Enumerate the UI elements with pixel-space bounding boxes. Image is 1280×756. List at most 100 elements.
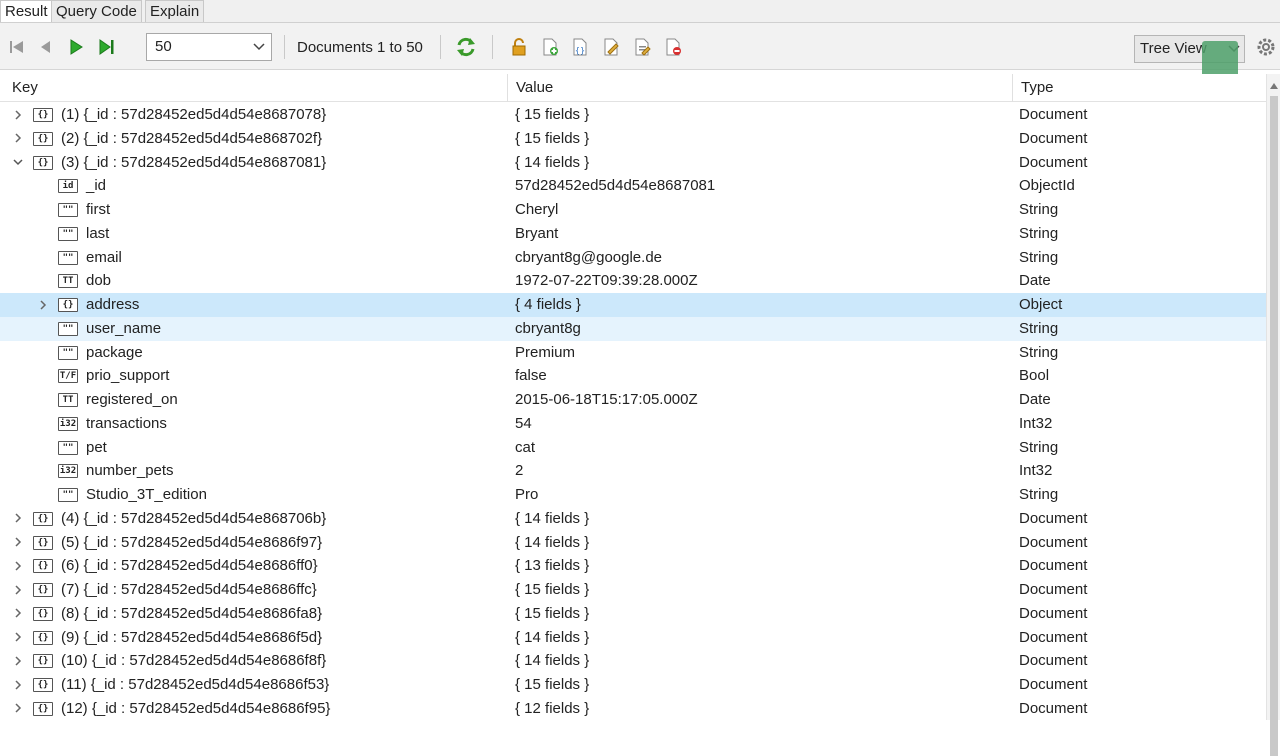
- gear-icon[interactable]: [1255, 36, 1277, 62]
- result-tabs: Result Query Code Explain: [0, 0, 1280, 23]
- field-row[interactable]: id _id 57d28452ed5d4d54e8687081 ObjectId: [0, 174, 1266, 198]
- row-value: { 14 fields }: [515, 153, 590, 171]
- chevron-right-icon[interactable]: [11, 602, 25, 625]
- field-row[interactable]: "" Studio_3T_edition Pro String: [0, 483, 1266, 507]
- first-page-icon[interactable]: [6, 36, 28, 58]
- document-icon: {}: [33, 583, 53, 597]
- edit-document-icon[interactable]: [600, 36, 622, 58]
- chevron-right-icon[interactable]: [36, 293, 50, 316]
- row-value: false: [515, 367, 547, 385]
- row-type: Document: [1019, 628, 1088, 646]
- date-icon: TT: [58, 393, 78, 407]
- row-type: Document: [1019, 699, 1088, 717]
- document-row[interactable]: {} (10) {_id : 57d28452ed5d4d54e8686f8f} {…: [0, 649, 1266, 673]
- row-type: Document: [1019, 604, 1088, 622]
- toolbar-divider: [492, 35, 493, 59]
- chevron-right-icon[interactable]: [11, 578, 25, 601]
- field-row[interactable]: "" last Bryant String: [0, 222, 1266, 246]
- field-row[interactable]: "" first Cheryl String: [0, 198, 1266, 222]
- scroll-up-icon[interactable]: [1269, 78, 1279, 95]
- view-mode-value: Tree View: [1140, 40, 1207, 57]
- document-row[interactable]: {} (6) {_id : 57d28452ed5d4d54e8686ff0} { …: [0, 554, 1266, 578]
- row-type: Document: [1019, 106, 1088, 123]
- document-row[interactable]: {} (7) {_id : 57d28452ed5d4d54e8686ffc} { …: [0, 578, 1266, 602]
- row-type: Document: [1019, 509, 1088, 527]
- row-key: (11) {_id : 57d28452ed5d4d54e8686f53}: [61, 676, 330, 693]
- row-key: number_pets: [86, 462, 174, 480]
- row-value: { 14 fields }: [515, 652, 590, 670]
- row-type: Date: [1019, 391, 1051, 408]
- string-icon: "": [58, 345, 78, 360]
- document-row[interactable]: {} (9) {_id : 57d28452ed5d4d54e8686f5d} { …: [0, 626, 1266, 650]
- chevron-right-icon[interactable]: [11, 649, 25, 672]
- chevron-down-icon[interactable]: [11, 151, 25, 174]
- row-key: email: [86, 248, 122, 266]
- chevron-right-icon[interactable]: [11, 103, 25, 126]
- chevron-right-icon[interactable]: [11, 531, 25, 554]
- column-divider[interactable]: [507, 74, 508, 102]
- row-key: address: [86, 296, 140, 313]
- row-key: first: [86, 201, 111, 218]
- document-row[interactable]: {} (3) {_id : 57d28452ed5d4d54e8687081} { …: [0, 151, 1266, 175]
- column-header-key[interactable]: Key: [12, 79, 38, 96]
- next-page-icon[interactable]: [65, 36, 87, 58]
- chevron-right-icon[interactable]: [11, 697, 25, 720]
- row-value: cbryant8g: [515, 319, 581, 337]
- row-type: String: [1019, 201, 1059, 218]
- tab-query-code[interactable]: Query Code: [51, 0, 142, 22]
- document-row[interactable]: {} (4) {_id : 57d28452ed5d4d54e868706b} { …: [0, 507, 1266, 531]
- string-icon: "": [58, 250, 78, 265]
- field-row[interactable]: "" pet cat String: [0, 436, 1266, 460]
- chevron-right-icon[interactable]: [11, 507, 25, 530]
- lock-icon[interactable]: [508, 36, 530, 58]
- studio3t-logo-icon: [1202, 41, 1238, 77]
- chevron-right-icon[interactable]: [11, 127, 25, 150]
- field-row[interactable]: TT dob 1972-07-22T09:39:28.000Z Date: [0, 269, 1266, 293]
- chevron-right-icon[interactable]: [11, 673, 25, 696]
- column-header-type[interactable]: Type: [1021, 79, 1054, 96]
- document-row[interactable]: {} (8) {_id : 57d28452ed5d4d54e8686fa8} { …: [0, 602, 1266, 626]
- delete-document-icon[interactable]: [662, 36, 684, 58]
- row-type: Document: [1019, 557, 1088, 575]
- row-key: dob: [86, 272, 112, 290]
- field-row[interactable]: i32 number_pets 2 Int32: [0, 459, 1266, 483]
- document-row[interactable]: {} (11) {_id : 57d28452ed5d4d54e8686f53} {…: [0, 673, 1266, 697]
- field-row[interactable]: TT registered_on 2015-06-18T15:17:05.000Z D…: [0, 388, 1266, 412]
- column-header-value[interactable]: Value: [516, 79, 553, 96]
- edit-fields-icon[interactable]: [631, 36, 653, 58]
- row-value: 2015-06-18T15:17:05.000Z: [515, 391, 698, 408]
- document-icon: {}: [33, 701, 53, 716]
- chevron-right-icon[interactable]: [11, 626, 25, 649]
- vertical-scrollbar[interactable]: [1266, 74, 1280, 756]
- field-row[interactable]: "" user_name cbryant8g String: [0, 316, 1266, 341]
- row-value: { 15 fields }: [515, 604, 590, 622]
- document-icon: {}: [33, 630, 53, 645]
- last-page-icon[interactable]: [96, 36, 118, 58]
- page-size-select[interactable]: 50: [146, 33, 272, 61]
- row-value: { 13 fields }: [515, 557, 590, 575]
- document-row[interactable]: {} (12) {_id : 57d28452ed5d4d54e8686f95} {…: [0, 697, 1266, 721]
- document-row[interactable]: {} (5) {_id : 57d28452ed5d4d54e8686f97} { …: [0, 531, 1266, 555]
- page-size-value: 50: [155, 38, 172, 55]
- field-row[interactable]: {} address { 4 fields } Object: [0, 293, 1266, 317]
- view-document-icon[interactable]: {}: [569, 36, 591, 58]
- row-type: Document: [1019, 533, 1088, 551]
- refresh-icon[interactable]: [455, 36, 477, 58]
- document-row[interactable]: {} (1) {_id : 57d28452ed5d4d54e8687078} { …: [0, 103, 1266, 127]
- tab-result[interactable]: Result: [0, 0, 53, 23]
- field-row[interactable]: T/F prio_support false Bool: [0, 364, 1266, 388]
- document-row[interactable]: {} (2) {_id : 57d28452ed5d4d54e868702f} { …: [0, 127, 1266, 151]
- add-document-icon[interactable]: [539, 36, 561, 58]
- row-value: { 15 fields }: [515, 676, 590, 693]
- field-row[interactable]: i32 transactions 54 Int32: [0, 412, 1266, 436]
- scrollbar-thumb[interactable]: [1270, 96, 1278, 756]
- field-row[interactable]: "" email cbryant8g@google.de String: [0, 246, 1266, 270]
- row-type: String: [1019, 438, 1059, 456]
- row-key: (1) {_id : 57d28452ed5d4d54e8687078}: [61, 106, 327, 123]
- field-row[interactable]: "" package Premium String: [0, 341, 1266, 365]
- tab-explain[interactable]: Explain: [145, 0, 205, 22]
- row-type: Document: [1019, 676, 1088, 693]
- previous-page-icon[interactable]: [35, 36, 57, 58]
- column-divider[interactable]: [1012, 74, 1013, 102]
- chevron-right-icon[interactable]: [11, 554, 25, 577]
